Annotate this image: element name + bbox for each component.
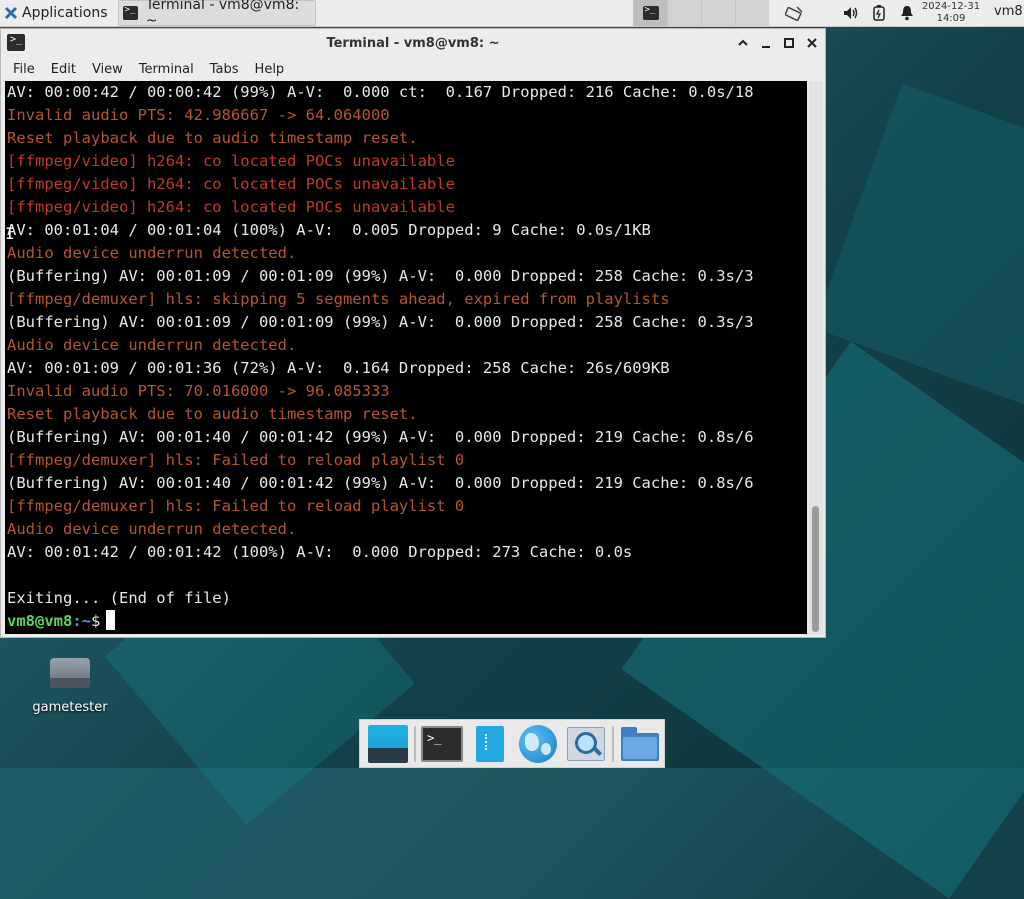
window-titlebar[interactable]: Terminal - vm8@vm8: ~ [1, 29, 825, 57]
chevron-up-icon [738, 39, 748, 46]
terminal-icon [7, 34, 25, 51]
desktop-icon-label: gametester [32, 700, 108, 715]
prompt-symbol: $ [91, 612, 101, 630]
terminal-icon [122, 5, 138, 20]
close-button[interactable] [803, 34, 821, 52]
dock-separator [612, 725, 614, 762]
menu-terminal[interactable]: Terminal [131, 62, 202, 77]
dock [359, 719, 665, 768]
menu-view[interactable]: View [84, 62, 131, 77]
terminal-line: (Buffering) AV: 00:01:40 / 00:01:42 (99%… [7, 474, 754, 492]
workspace-1[interactable] [633, 0, 667, 26]
applications-label: Applications [22, 5, 108, 21]
prompt-user: vm8@vm8 [7, 612, 73, 630]
show-desktop-button[interactable] [366, 723, 410, 765]
terminal-prompt-line: vm8@vm8:~$ [5, 610, 807, 633]
dock-folder-button[interactable] [618, 723, 662, 765]
terminal-line: [ffmpeg/video] h264: co located POCs una… [7, 198, 455, 216]
menu-tabs[interactable]: Tabs [202, 62, 247, 77]
terminal-line: (Buffering) AV: 00:01:40 / 00:01:42 (99%… [7, 428, 754, 446]
applications-menu-button[interactable]: Applications [0, 0, 112, 26]
desktop-icon-gametester[interactable]: gametester [28, 652, 112, 715]
terminal-line: Reset playback due to audio timestamp re… [7, 405, 418, 423]
terminal-line: AV: 00:00:42 / 00:00:42 (99%) A-V: 0.000… [7, 83, 754, 101]
xfce-logo-icon [4, 6, 18, 20]
network-icon[interactable] [785, 4, 803, 22]
dock-separator [414, 725, 416, 762]
terminal-line: Reset playback due to audio timestamp re… [7, 129, 418, 147]
menu-bar: File Edit View Terminal Tabs Help [1, 57, 825, 81]
dock-files-button[interactable] [468, 723, 512, 765]
window-menu-button[interactable] [734, 34, 752, 52]
dock-terminal-button[interactable] [420, 723, 464, 765]
terminal-line: (Buffering) AV: 00:01:09 / 00:01:09 (99%… [7, 267, 754, 285]
app-finder-icon [567, 726, 605, 761]
minimize-button[interactable] [757, 34, 775, 52]
terminal-icon [421, 725, 463, 762]
terminal-line: Audio device underrun detected. [7, 520, 297, 538]
close-icon [807, 38, 817, 48]
top-panel: Applications Terminal - vm8@vm8: ~ 2024-… [0, 0, 1024, 29]
terminal-line: AV: 00:01:09 / 00:01:36 (72%) A-V: 0.164… [7, 359, 670, 377]
dock-app-finder-button[interactable] [564, 723, 608, 765]
minimize-icon [762, 46, 770, 48]
system-tray [780, 0, 921, 26]
scrollbar-thumb[interactable] [812, 506, 819, 632]
workspace-4[interactable] [735, 0, 769, 26]
terminal-scrollbar[interactable] [809, 81, 823, 634]
menu-help[interactable]: Help [247, 62, 293, 77]
workspace-switcher [633, 0, 769, 26]
terminal-line: (Buffering) AV: 00:01:09 / 00:01:09 (99%… [7, 313, 754, 331]
terminal-icon [642, 5, 659, 20]
clock-date: 2024-12-31 [921, 1, 981, 12]
terminal-output[interactable]: AV: 00:00:42 / 00:00:42 (99%) A-V: 0.000… [5, 81, 807, 634]
terminal-window: Terminal - vm8@vm8: ~ File Edit View Ter… [0, 28, 826, 638]
terminal-line: [ffmpeg/demuxer] hls: Failed to reload p… [7, 497, 465, 515]
volume-icon[interactable] [842, 4, 860, 22]
prompt-path: :~ [72, 612, 91, 630]
terminal-line: Audio device underrun detected. [7, 244, 297, 262]
workspace-2[interactable] [667, 0, 701, 26]
terminal-line: AV: 00:01:42 / 00:01:42 (100%) A-V: 0.00… [7, 543, 633, 561]
folder-icon [621, 726, 659, 761]
text-cursor [106, 610, 116, 630]
terminal-line: Invalid audio PTS: 70.016000 -> 96.08533… [7, 382, 390, 400]
clock-time: 14:09 [936, 13, 966, 24]
workspace-3[interactable] [701, 0, 735, 26]
dock-web-browser-button[interactable] [516, 723, 560, 765]
web-browser-icon [519, 724, 557, 763]
window-title: Terminal - vm8@vm8: ~ [326, 35, 500, 51]
terminal-line: [ffmpeg/demuxer] hls: Failed to reload p… [7, 451, 465, 469]
battery-icon[interactable] [870, 4, 888, 22]
menu-edit[interactable]: Edit [43, 62, 84, 77]
terminal-line: Audio device underrun detected. [7, 336, 297, 354]
maximize-button[interactable] [780, 34, 798, 52]
terminal-line: [ffmpeg/demuxer] hls: skipping 5 segment… [7, 290, 670, 308]
taskbar-terminal-label: Terminal - vm8@vm8: ~ [145, 0, 300, 29]
terminal-line: Invalid audio PTS: 42.986667 -> 64.06400… [7, 106, 390, 124]
user-menu[interactable]: vm8 [994, 4, 1023, 19]
taskbar-terminal-button[interactable]: Terminal - vm8@vm8: ~ [117, 0, 316, 29]
drive-icon [48, 652, 92, 690]
mouse-ibeam-cursor-icon: I [5, 224, 15, 243]
terminal-line: AV: 00:01:04 / 00:01:04 (100%) A-V: 0.00… [7, 221, 651, 239]
menu-file[interactable]: File [5, 62, 43, 77]
terminal-line: [ffmpeg/video] h264: co located POCs una… [7, 175, 455, 193]
terminal-line: Exiting... (End of file) [7, 589, 231, 607]
maximize-icon [784, 38, 794, 48]
clock[interactable]: 2024-12-31 14:09 [914, 1, 988, 25]
terminal-line: [ffmpeg/video] h264: co located POCs una… [7, 152, 455, 170]
files-icon [476, 725, 504, 762]
show-desktop-icon [368, 724, 408, 763]
